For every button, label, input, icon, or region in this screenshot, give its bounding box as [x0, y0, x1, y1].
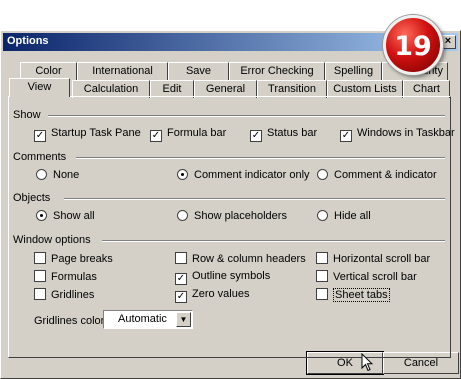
tab-label: Save	[185, 65, 212, 77]
tab-label: Color	[35, 65, 62, 77]
tab-error-checking[interactable]: Error Checking	[229, 62, 325, 80]
window-title: Options	[7, 35, 49, 47]
tab-label: International	[92, 65, 153, 77]
tab-label: View	[27, 81, 52, 93]
tab-label: General	[205, 83, 246, 95]
mouse-pointer-icon	[361, 353, 373, 372]
tab-label: Custom Lists	[333, 83, 397, 95]
step-number-badge: 19	[383, 15, 443, 75]
tab-label: Spelling	[333, 65, 374, 77]
view-tab-panel	[8, 96, 451, 358]
tab-label: Transition	[268, 83, 316, 95]
step-number: 19	[394, 31, 432, 62]
tab-label: Chart	[413, 83, 440, 95]
tab-spelling[interactable]: Spelling	[325, 62, 382, 80]
tab-label: Edit	[162, 83, 182, 95]
tab-international[interactable]: International	[77, 62, 168, 80]
close-icon: ×	[444, 35, 452, 47]
tab-view[interactable]: View	[9, 78, 70, 97]
tab-label: Error Checking	[240, 65, 314, 77]
tab-save[interactable]: Save	[168, 62, 229, 80]
tab-label: Calculation	[83, 83, 139, 95]
